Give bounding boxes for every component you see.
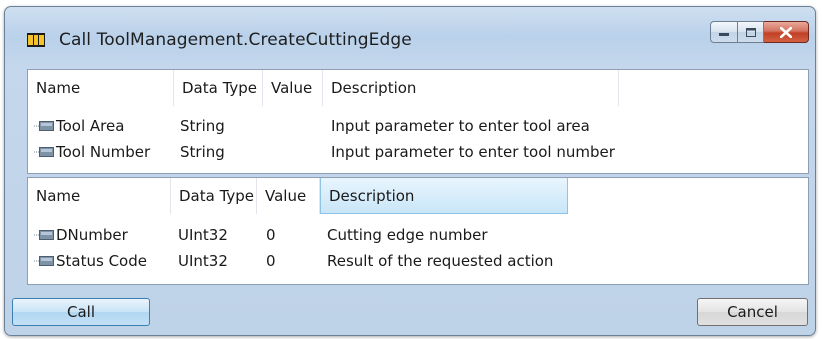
input-parameters-table: Name Data Type Value Description Tool Ar… [27, 69, 809, 174]
column-header-name[interactable]: Name [28, 70, 174, 106]
dialog-window: Call ToolManagement.CreateCuttingEdge Na… [4, 6, 816, 336]
param-description: Input parameter to enter tool number [331, 143, 615, 161]
param-value: 0 [266, 226, 276, 244]
table-row[interactable]: Status Code UInt32 0 Result of the reque… [28, 248, 808, 274]
param-name: Tool Area [56, 117, 125, 135]
close-icon [780, 26, 792, 38]
table-header: Name Data Type Value Description [28, 70, 808, 106]
table-row[interactable]: Tool Area String Input parameter to ente… [28, 113, 808, 139]
call-button[interactable]: Call [12, 298, 150, 326]
column-header-description[interactable]: Description [320, 178, 568, 214]
column-header-value[interactable]: Value [263, 70, 323, 106]
param-type: UInt32 [178, 252, 228, 270]
parameter-node-icon [34, 147, 54, 157]
param-type: UInt32 [178, 226, 228, 244]
maximize-button[interactable] [738, 21, 764, 43]
output-parameters-table: Name Data Type Value Description DNumber… [27, 177, 809, 285]
parameter-node-icon [34, 121, 54, 131]
close-button[interactable] [764, 21, 809, 43]
param-description: Result of the requested action [327, 252, 554, 270]
column-header-description[interactable]: Description [323, 70, 619, 106]
caption-buttons [710, 21, 809, 43]
table-row[interactable]: DNumber UInt32 0 Cutting edge number [28, 222, 808, 248]
minimize-icon [719, 33, 729, 36]
column-header-data-type[interactable]: Data Type [171, 178, 257, 214]
param-type: String [180, 143, 225, 161]
param-description: Input parameter to enter tool area [331, 117, 590, 135]
table-row[interactable]: Tool Number String Input parameter to en… [28, 139, 808, 165]
param-type: String [180, 117, 225, 135]
column-header-value[interactable]: Value [257, 178, 320, 214]
window-title: Call ToolManagement.CreateCuttingEdge [59, 30, 412, 50]
parameter-node-icon [34, 230, 54, 240]
column-header-name[interactable]: Name [28, 178, 171, 214]
maximize-icon [745, 27, 756, 37]
app-logo-icon [27, 33, 45, 47]
param-name: Status Code [56, 252, 147, 270]
table-header: Name Data Type Value Description [28, 178, 808, 214]
param-name: Tool Number [56, 143, 151, 161]
cancel-button[interactable]: Cancel [697, 298, 808, 326]
param-name: DNumber [56, 226, 128, 244]
parameter-node-icon [34, 256, 54, 266]
column-header-data-type[interactable]: Data Type [174, 70, 263, 106]
param-description: Cutting edge number [327, 226, 488, 244]
param-value: 0 [266, 252, 276, 270]
title-bar[interactable]: Call ToolManagement.CreateCuttingEdge [5, 7, 815, 59]
minimize-button[interactable] [710, 21, 738, 43]
